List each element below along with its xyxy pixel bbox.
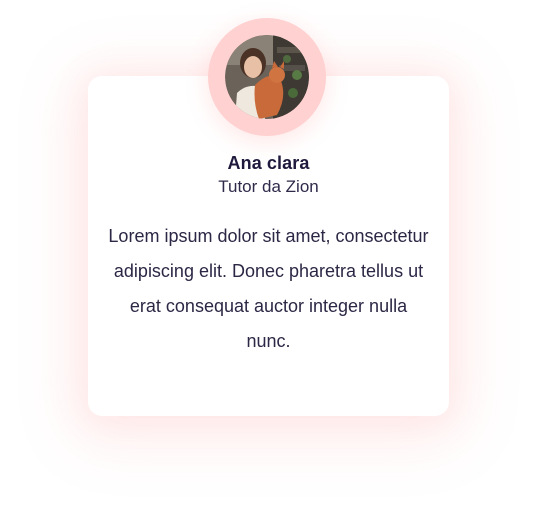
author-name: Ana clara [227, 153, 310, 173]
testimonial-stage: Ana clara Tutor da Zion Lorem ipsum dolo… [0, 0, 536, 514]
avatar [225, 35, 309, 119]
testimonial-quote: Lorem ipsum dolor sit amet, consectetur … [108, 226, 429, 351]
author-role: Tutor da Zion [218, 177, 319, 196]
avatar-ring [208, 18, 326, 136]
